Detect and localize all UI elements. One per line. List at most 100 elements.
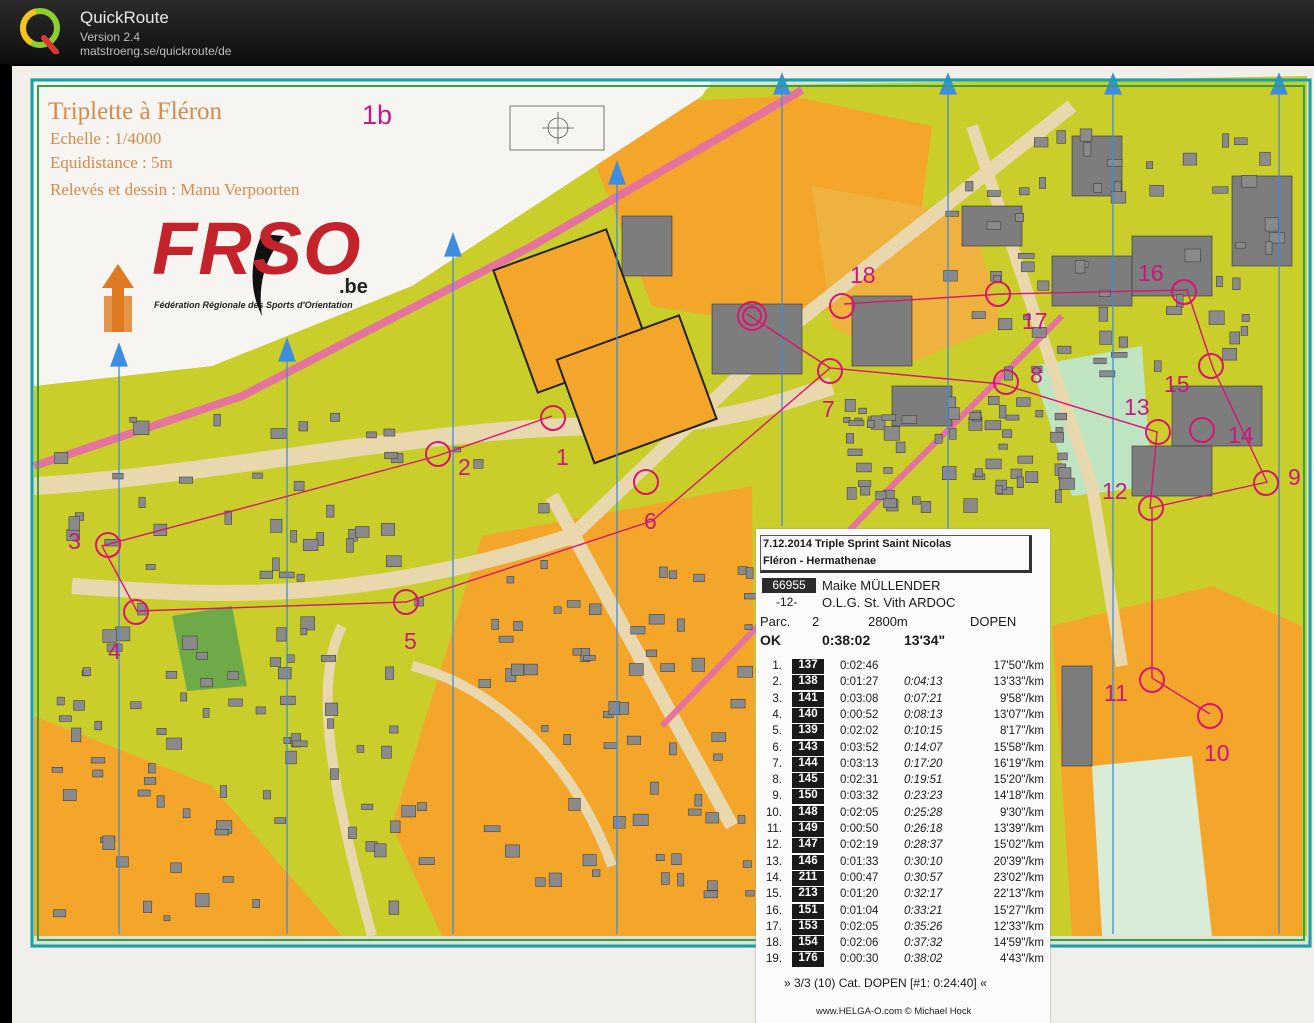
result-status: OK <box>760 632 781 648</box>
building-shape <box>632 813 649 826</box>
building-shape <box>705 812 720 824</box>
building-shape <box>694 794 703 807</box>
building-shape <box>259 570 273 579</box>
building-shape <box>56 696 65 706</box>
leg-time: 0:03:13 <box>840 757 879 770</box>
building-shape <box>846 487 857 500</box>
building-shape <box>669 570 677 579</box>
result-time: 0:38:02 <box>822 632 871 648</box>
control-code: 154 <box>792 936 824 952</box>
leg-time: 0:01:33 <box>840 855 879 868</box>
leg-pace: 22'13"/km <box>993 888 1044 901</box>
building-shape <box>401 805 416 818</box>
building-shape <box>659 566 668 578</box>
control-code: 144 <box>792 756 824 772</box>
course-length: 2800m <box>868 614 908 629</box>
building-shape <box>272 557 280 572</box>
orienteering-map[interactable]: Triplette à Fléron Echelle : 1/4000 Equi… <box>12 66 1314 1023</box>
building-shape <box>290 530 297 543</box>
building-shape <box>608 701 620 716</box>
building-shape <box>374 843 387 858</box>
building-shape <box>883 467 893 474</box>
building-shape <box>280 695 296 706</box>
app-url[interactable]: matstroeng.se/quickroute/de <box>80 44 231 58</box>
course-label: Parc. <box>760 614 791 629</box>
building-shape <box>506 576 515 584</box>
split-index: 5. <box>772 725 782 738</box>
leg-pace: 15'27"/km <box>993 904 1044 917</box>
course-label: 1b <box>362 100 393 130</box>
building-shape <box>138 496 146 508</box>
building-shape <box>1234 137 1248 145</box>
building-shape <box>745 890 755 897</box>
building-shape <box>630 626 646 635</box>
building-shape <box>655 854 665 861</box>
building-shape <box>389 725 399 734</box>
building-shape <box>848 420 865 426</box>
building-shape <box>1222 133 1229 148</box>
building-shape <box>1208 310 1225 325</box>
leg-pace: 14'18"/km <box>993 790 1044 803</box>
leg-time: 0:00:30 <box>840 953 879 966</box>
building-shape <box>287 654 295 663</box>
leg-pace: 15'20"/km <box>993 774 1044 787</box>
building-shape <box>1235 242 1246 249</box>
building-shape <box>566 600 581 608</box>
building-shape <box>1074 260 1086 274</box>
building-shape <box>711 732 727 742</box>
building-shape <box>901 415 917 424</box>
building-shape <box>82 667 91 676</box>
building-shape <box>298 421 308 432</box>
map-credit: Relevés et dessin : Manu Verpoorten <box>50 180 300 199</box>
building-shape <box>648 614 665 625</box>
building-shape <box>202 708 210 718</box>
building-shape <box>511 663 524 676</box>
building-shape <box>255 706 266 715</box>
map-equidistance: Equidistance : 5m <box>50 153 173 172</box>
control-code: 145 <box>792 773 824 789</box>
split-index: 2. <box>772 676 782 689</box>
building-shape <box>592 869 601 877</box>
control-code: 147 <box>792 838 824 854</box>
leg-pace: 13'33"/km <box>993 676 1044 689</box>
leg-time: 0:03:08 <box>840 692 879 705</box>
building-shape <box>302 538 319 551</box>
building-shape <box>390 820 401 833</box>
cumulative-time: 0:38:02 <box>904 953 943 966</box>
control-number: 5 <box>404 628 417 654</box>
split-row: 11. 149 0:00:50 0:26:18 13'39"/km <box>756 822 1050 838</box>
building-shape <box>385 666 394 680</box>
building-shape <box>943 270 958 282</box>
building-shape <box>969 412 982 420</box>
building-shape <box>1215 275 1223 287</box>
building-shape <box>505 844 520 858</box>
building-shape <box>993 275 1001 282</box>
building-shape <box>965 181 974 192</box>
building-shape <box>296 573 305 582</box>
building-shape <box>730 698 746 709</box>
building-shape <box>278 667 292 680</box>
building-shape <box>1166 306 1182 315</box>
building-shape <box>292 740 308 747</box>
split-row: 1. 137 0:02:46 17'50"/km <box>756 659 1050 675</box>
building-shape <box>383 428 396 437</box>
building-shape <box>133 420 150 435</box>
building-shape <box>222 876 234 883</box>
frso-logo-suffix: .be <box>339 276 368 298</box>
building-shape <box>998 318 1013 331</box>
building-shape <box>380 523 395 536</box>
building-shape <box>143 900 153 913</box>
building-shape <box>1059 477 1075 490</box>
building-shape <box>975 468 983 477</box>
split-index: 1. <box>772 660 782 672</box>
building-shape <box>252 472 263 479</box>
split-row: 13. 146 0:01:33 0:30:10 20'39"/km <box>756 854 1050 871</box>
leg-pace: 13'39"/km <box>993 823 1044 835</box>
course-category: DOPEN <box>970 614 1017 629</box>
building-shape <box>1057 452 1068 461</box>
building-shape <box>1098 307 1108 322</box>
building-shape <box>895 441 906 453</box>
building-shape <box>963 498 978 513</box>
leg-pace: 23'02"/km <box>993 871 1044 884</box>
building-shape <box>166 737 182 750</box>
